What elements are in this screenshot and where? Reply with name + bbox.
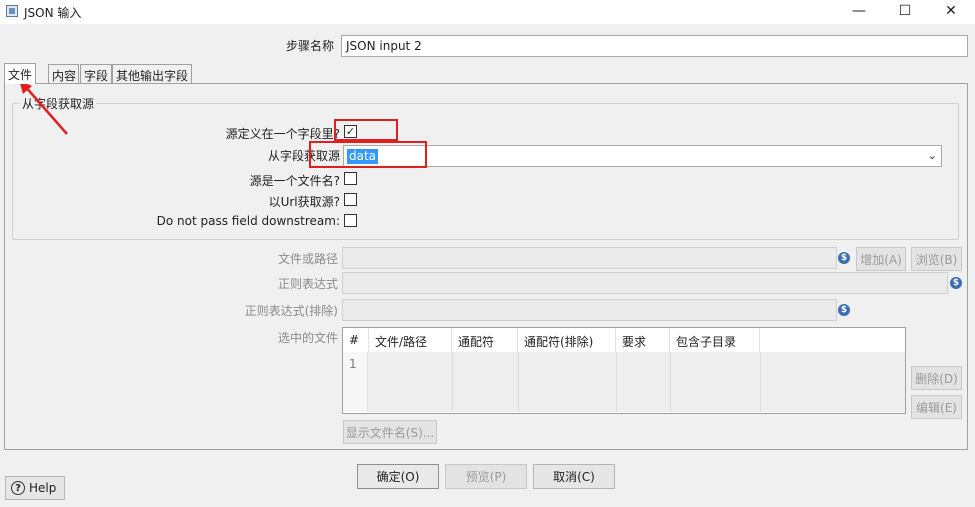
browse-button[interactable]: 浏览(B) [911, 247, 962, 271]
table-header-cell: 通配符 [452, 328, 518, 352]
row-number: 1 [343, 352, 368, 412]
app-icon [6, 5, 18, 17]
help-icon: ? [11, 481, 25, 495]
title-bar [0, 0, 975, 24]
file-or-directory-label: 文件或路径 [277, 252, 338, 266]
do-not-pass-field-label: Do not pass field downstream: [156, 214, 340, 228]
annotation-arrow [19, 80, 68, 135]
add-button[interactable]: 增加(A) [856, 247, 906, 271]
tab-fields[interactable]: 字段 [80, 64, 112, 83]
preview-button[interactable]: 预览(P) [445, 464, 527, 489]
tab-file[interactable]: 文件 [4, 63, 36, 84]
file-or-directory-input[interactable] [342, 247, 837, 269]
table-header-cell: 文件/路径 [369, 328, 452, 352]
step-name-label: 步骤名称 [285, 39, 334, 53]
regex-input[interactable] [342, 272, 948, 294]
read-source-as-url-checkbox[interactable] [344, 193, 357, 206]
variable-icon: $ [838, 252, 850, 264]
column-divider [670, 352, 671, 412]
help-label: Help [29, 481, 57, 495]
variable-icon: $ [838, 304, 850, 316]
table-row[interactable] [343, 352, 905, 412]
ok-button[interactable]: 确定(O) [357, 464, 439, 489]
show-filenames-button[interactable]: 显示文件名(S)... [343, 420, 437, 444]
minimize-button[interactable]: — [836, 0, 882, 22]
edit-button[interactable]: 编辑(E) [911, 395, 962, 419]
exclude-regex-input[interactable] [342, 299, 837, 321]
source-is-filename-label: 源是一个文件名? [249, 174, 340, 188]
annotation-highlight-box [334, 119, 398, 141]
cancel-button[interactable]: 取消(C) [533, 464, 615, 489]
get-source-from-field-label: 从字段获取源 [267, 149, 340, 163]
window-title: JSON 输入 [24, 6, 82, 20]
column-divider [760, 352, 761, 412]
column-divider [452, 352, 453, 412]
variable-icon: $ [950, 277, 962, 289]
source-field-dropdown[interactable]: data ⌄ [343, 145, 942, 167]
chevron-down-icon: ⌄ [927, 149, 937, 162]
source-is-filename-checkbox[interactable] [344, 172, 357, 185]
selected-files-table[interactable]: # 文件/路径 通配符 通配符(排除) 要求 包含子目录 1 [342, 327, 906, 414]
help-button[interactable]: ? Help [5, 476, 65, 500]
column-divider [616, 352, 617, 412]
maximize-button[interactable]: ☐ [882, 0, 928, 22]
table-header-cell: 要求 [616, 328, 670, 352]
close-button[interactable]: ✕ [928, 0, 974, 22]
tab-additional-output-fields[interactable]: 其他输出字段 [112, 64, 192, 83]
regex-label: 正则表达式 [277, 277, 338, 291]
annotation-highlight-box [309, 141, 427, 168]
do-not-pass-field-checkbox[interactable] [344, 214, 357, 227]
table-header-cell: # [343, 328, 369, 352]
read-source-as-url-label: 以Url获取源? [268, 195, 340, 209]
table-header-cell: 包含子目录 [670, 328, 760, 352]
step-name-input[interactable]: JSON input 2 [341, 35, 968, 57]
defined-in-field-label: 源定义在一个字段里? [225, 127, 340, 141]
delete-button[interactable]: 删除(D) [911, 366, 962, 390]
selected-files-label: 选中的文件 [277, 331, 338, 345]
column-divider [518, 352, 519, 412]
table-header-cell: 通配符(排除) [518, 328, 616, 352]
exclude-regex-label: 正则表达式(排除) [244, 304, 338, 318]
